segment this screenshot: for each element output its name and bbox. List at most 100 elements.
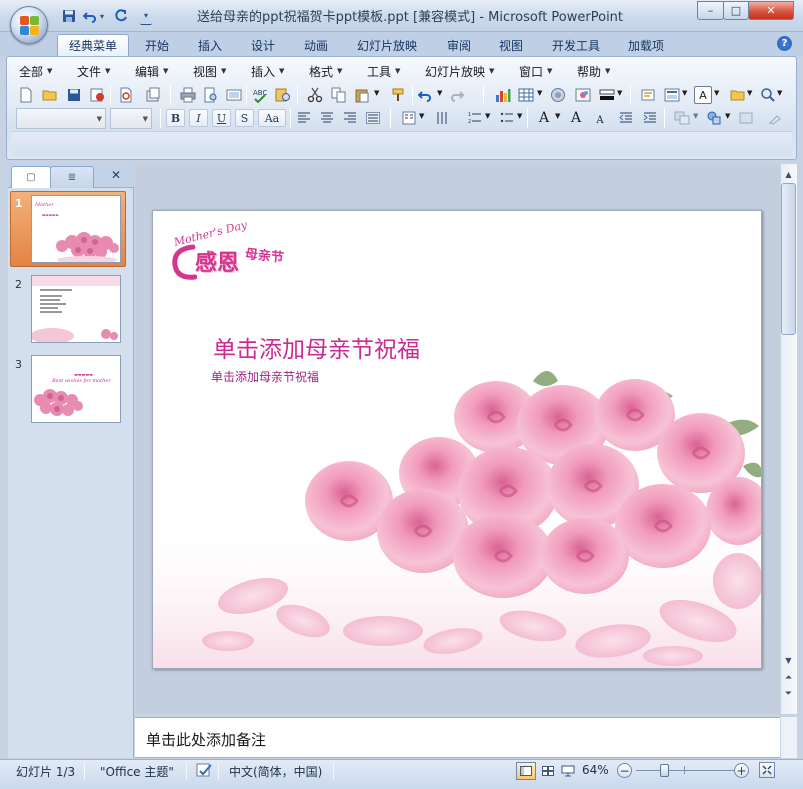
folder-icon[interactable] [728, 85, 748, 105]
tab-insert[interactable]: 插入 [187, 34, 233, 56]
permission-icon[interactable] [87, 85, 107, 105]
insert-clipart-icon[interactable] [548, 85, 568, 105]
insert-chart-icon[interactable] [493, 85, 513, 105]
grow-font-icon[interactable]: A [566, 108, 586, 128]
columns-dropdown-icon[interactable]: ▼ [419, 112, 424, 120]
menu-edit[interactable]: 编辑 ▼ [135, 61, 168, 81]
shapes-dropdown-icon[interactable]: ▼ [725, 112, 730, 120]
scroll-up-icon[interactable]: ▲ [780, 166, 797, 182]
paste-icon[interactable] [352, 85, 372, 105]
folder-dropdown-icon[interactable]: ▼ [747, 89, 752, 97]
preview-icon[interactable] [201, 85, 221, 105]
tab-slides[interactable]: ▢ [11, 166, 51, 188]
menu-insert[interactable]: 插入 ▼ [251, 61, 284, 81]
tab-outline[interactable]: ≣ [50, 166, 94, 188]
shape-outline-icon[interactable] [765, 108, 785, 128]
undo-dropdown-icon[interactable]: ▼ [437, 89, 442, 97]
font-color-dropdown-icon[interactable]: ▼ [555, 112, 560, 120]
tab-animation[interactable]: 动画 [293, 34, 339, 56]
tab-home[interactable]: 开始 [134, 34, 180, 56]
menu-view[interactable]: 视图 ▼ [193, 61, 226, 81]
tab-addins[interactable]: 加载项 [617, 34, 675, 56]
undo-dropdown-icon[interactable]: ▾ [97, 7, 107, 25]
textbox-dropdown-icon[interactable]: ▼ [714, 89, 719, 97]
zoom-search-icon[interactable] [758, 85, 778, 105]
align-left-icon[interactable] [294, 108, 314, 128]
zoom-slider-track[interactable] [636, 770, 734, 771]
text-box-icon[interactable]: A [694, 86, 712, 104]
undo-toolbar-icon[interactable] [415, 85, 435, 105]
redo-toolbar-icon[interactable] [447, 85, 467, 105]
minimize-button[interactable]: – [697, 1, 724, 20]
copy-icon[interactable] [329, 85, 349, 105]
outline-icon[interactable] [224, 85, 244, 105]
research-icon[interactable] [273, 85, 293, 105]
menu-help[interactable]: 帮助 ▼ [577, 61, 610, 81]
font-color-icon[interactable]: A [534, 108, 554, 128]
cut-icon[interactable] [305, 85, 325, 105]
format-painter-icon[interactable] [389, 85, 409, 105]
align-right-icon[interactable] [340, 108, 360, 128]
bold-button[interactable]: B [166, 109, 185, 127]
tab-developer[interactable]: 开发工具 [541, 34, 611, 56]
numbering-icon[interactable]: 12 [465, 108, 485, 128]
slide-sorter-icon[interactable] [538, 762, 558, 780]
text-direction-icon[interactable] [432, 108, 452, 128]
shape-fill-icon[interactable] [737, 108, 757, 128]
new-slide-icon[interactable] [638, 85, 658, 105]
shadow-button[interactable]: S [235, 109, 254, 127]
paste-dropdown-icon[interactable]: ▼ [374, 89, 379, 97]
insert-table-icon[interactable] [516, 85, 536, 105]
underline-button[interactable]: U [212, 109, 231, 127]
table-dropdown-icon[interactable]: ▼ [537, 89, 542, 97]
spell-check-icon[interactable]: ABC [250, 85, 270, 105]
close-pane-icon[interactable]: ✕ [111, 168, 121, 182]
menu-slideshow[interactable]: 幻灯片放映 ▼ [425, 61, 494, 81]
scroll-down-icon[interactable]: ▼ [780, 652, 797, 668]
menu-format[interactable]: 格式 ▼ [309, 61, 342, 81]
scrollbar-thumb[interactable] [781, 183, 796, 335]
increase-indent-icon[interactable] [640, 108, 660, 128]
line-style-icon[interactable] [597, 85, 617, 105]
tab-view[interactable]: 视图 [488, 34, 534, 56]
print-icon[interactable] [178, 85, 198, 105]
tab-review[interactable]: 审阅 [436, 34, 482, 56]
zoom-in-icon[interactable]: + [734, 763, 749, 778]
menu-file[interactable]: 文件 ▼ [77, 61, 110, 81]
tab-design[interactable]: 设计 [240, 34, 286, 56]
notes-scrollbar[interactable] [780, 717, 797, 758]
bullets-icon[interactable] [497, 108, 517, 128]
menu-tools[interactable]: 工具 ▼ [367, 61, 400, 81]
spell-check-status-icon[interactable] [196, 762, 214, 781]
shapes-icon[interactable] [704, 108, 724, 128]
thumbnail-slide-1[interactable]: Mother ▬▬▬▬▬ [31, 195, 121, 263]
thumbnail-slide-3[interactable]: ▬▬▬▬▬ [31, 355, 121, 423]
maximize-button[interactable]: □ [723, 1, 749, 20]
close-button[interactable]: ✕ [748, 1, 794, 20]
menu-window[interactable]: 窗口 ▼ [519, 61, 552, 81]
help-icon[interactable]: ? [777, 36, 792, 51]
fit-to-window-icon[interactable] [759, 762, 775, 778]
open-folder-icon[interactable] [40, 85, 60, 105]
zoom-level[interactable]: 64% [582, 763, 609, 777]
menu-all[interactable]: 全部 ▼ [19, 61, 52, 81]
normal-view-icon[interactable] [516, 762, 536, 780]
zoom-dropdown-icon[interactable]: ▼ [777, 89, 782, 97]
slide-title-placeholder[interactable]: 单击添加母亲节祝福 [213, 330, 420, 364]
align-center-icon[interactable] [317, 108, 337, 128]
arrange-icon[interactable] [672, 108, 692, 128]
customize-qat-icon[interactable]: ▾ [140, 7, 152, 25]
save-toolbar-icon[interactable] [64, 85, 84, 105]
font-size-combo[interactable]: ▼ [110, 108, 152, 129]
slide-subtitle-placeholder[interactable]: 单击添加母亲节祝福 [211, 368, 319, 385]
decrease-indent-icon[interactable] [616, 108, 636, 128]
line-style-dropdown-icon[interactable]: ▼ [617, 89, 622, 97]
new-document-icon[interactable] [16, 85, 36, 105]
previous-slide-icon[interactable]: ⏶ [780, 670, 797, 686]
numbering-dropdown-icon[interactable]: ▼ [485, 112, 490, 120]
print-preview-icon[interactable] [116, 85, 136, 105]
font-name-combo[interactable]: ▼ [16, 108, 106, 129]
save-icon[interactable] [60, 7, 78, 25]
insert-picture-icon[interactable] [573, 85, 593, 105]
notes-placeholder[interactable]: 单击此处添加备注 [146, 729, 266, 750]
